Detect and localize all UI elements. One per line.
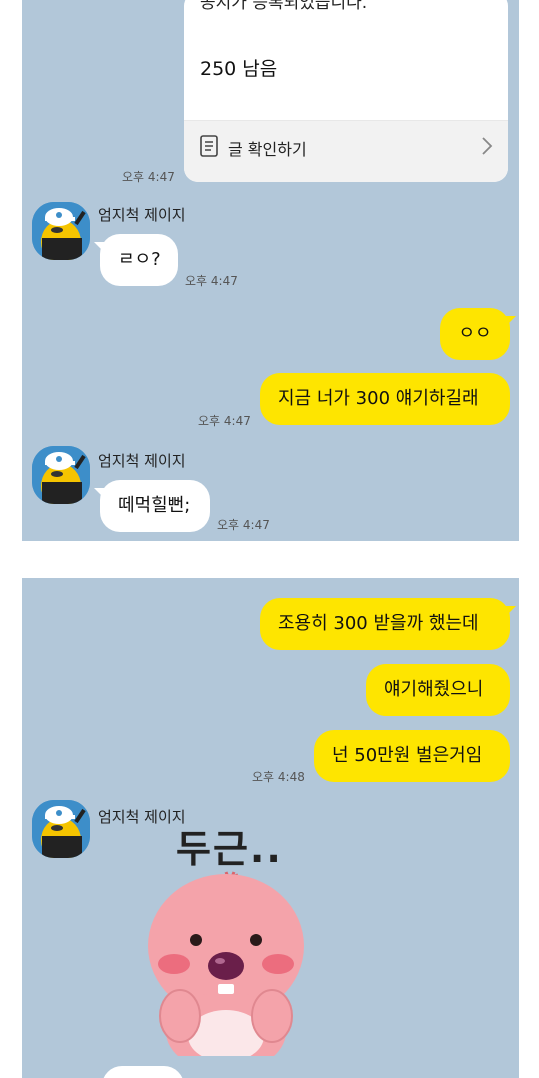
- beaver-sticker: [148, 871, 304, 1056]
- message-text: 떼먹힐뻔;: [118, 495, 191, 516]
- notice-link-label: 글 확인하기: [228, 140, 307, 159]
- document-icon: [200, 135, 218, 157]
- avatar-icon: [32, 800, 90, 858]
- sender-name: 엄지척 제이지: [98, 452, 186, 470]
- avatar[interactable]: [32, 202, 90, 260]
- message-text: 지금 너가 300 얘기하길래: [278, 388, 479, 409]
- avatar[interactable]: [32, 800, 90, 858]
- sticker-text: 두근..: [176, 827, 283, 871]
- notice-card[interactable]: 공지가 등록되었습니다. 250 남음 글 확인하기: [184, 0, 508, 182]
- message-text: ㅇㅇ: [458, 323, 492, 344]
- chat-panel-2: 조용히 300 받을까 했는데 얘기해줬으니 넌 50만원 벌은거임 오후 4:…: [22, 578, 519, 1078]
- chevron-right-icon: [482, 137, 493, 155]
- sender-name: 엄지척 제이지: [98, 206, 186, 224]
- outgoing-message-bubble[interactable]: 넌 50만원 벌은거임: [314, 730, 510, 782]
- incoming-message-bubble[interactable]: 떼먹힐뻔;: [94, 480, 210, 532]
- sender-name: 엄지척 제이지: [98, 808, 186, 826]
- outgoing-message-bubble[interactable]: 지금 너가 300 얘기하길래: [260, 373, 510, 425]
- notice-view-post-button[interactable]: 글 확인하기: [184, 120, 508, 182]
- message-timestamp: 오후 4:47: [198, 414, 251, 428]
- message-text: 조용히 300 받을까 했는데: [278, 613, 479, 634]
- outgoing-message-bubble[interactable]: ㅇㅇ: [440, 308, 516, 360]
- outgoing-message-bubble[interactable]: 얘기해줬으니: [366, 664, 510, 716]
- notice-remaining-count: 250 남음: [200, 58, 278, 80]
- avatar[interactable]: [32, 446, 90, 504]
- message-timestamp: 오후 4:47: [185, 274, 238, 288]
- message-text: ㄹㅇ?: [118, 249, 161, 270]
- message-text: 얘기해줬으니: [384, 679, 484, 700]
- message-timestamp: 오후 4:47: [217, 518, 270, 532]
- avatar-icon: [32, 202, 90, 260]
- message-text: 넌 50만원 벌은거임: [332, 745, 483, 766]
- incoming-message-bubble-partial[interactable]: [102, 1066, 184, 1078]
- notice-message: 공지가 등록되었습니다.: [200, 0, 368, 13]
- sticker-message[interactable]: 두근..: [130, 826, 330, 1056]
- message-timestamp: 오후 4:48: [252, 770, 305, 784]
- notice-timestamp: 오후 4:47: [122, 170, 175, 184]
- outgoing-message-bubble[interactable]: 조용히 300 받을까 했는데: [260, 598, 516, 650]
- avatar-icon: [32, 446, 90, 504]
- incoming-message-bubble[interactable]: ㄹㅇ?: [94, 234, 178, 286]
- chat-panel-1: 공지가 등록되었습니다. 250 남음 글 확인하기 오후 4:47 엄지척 제…: [22, 0, 519, 541]
